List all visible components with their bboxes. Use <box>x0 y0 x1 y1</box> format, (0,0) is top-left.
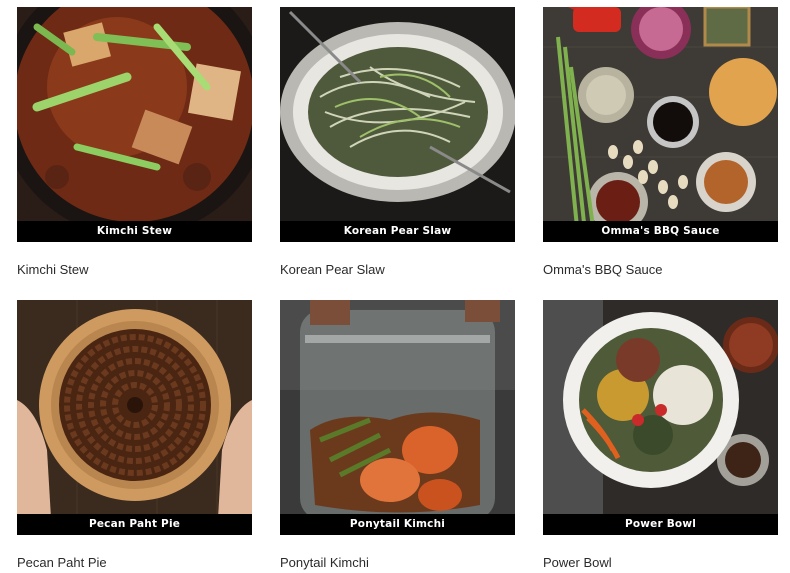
recipe-image-power-bowl[interactable]: Power Bowl <box>543 300 778 535</box>
recipe-image-pecan-paht-pie[interactable]: Pecan Paht Pie <box>17 300 252 535</box>
recipe-title-link[interactable]: Ponytail Kimchi <box>280 555 369 570</box>
recipe-image-korean-pear-slaw[interactable]: Korean Pear Slaw <box>280 7 515 242</box>
recipe-card-korean-pear-slaw: Korean Pear Slaw Korean Pear Slaw <box>280 7 515 277</box>
recipe-title-link[interactable]: Kimchi Stew <box>17 262 89 277</box>
bbq-sauce-photo <box>543 7 778 242</box>
image-caption: Pecan Paht Pie <box>17 514 252 535</box>
recipe-card-power-bowl: Power Bowl Power Bowl <box>543 300 778 570</box>
image-caption: Kimchi Stew <box>17 221 252 242</box>
recipe-title-link[interactable]: Omma's BBQ Sauce <box>543 262 663 277</box>
recipe-card-ponytail-kimchi: Ponytail Kimchi Ponytail Kimchi <box>280 300 515 570</box>
recipe-card-pecan-paht-pie: Pecan Paht Pie Pecan Paht Pie <box>17 300 252 570</box>
pecan-pie-photo <box>17 300 252 535</box>
recipe-image-kimchi-stew[interactable]: Kimchi Stew <box>17 7 252 242</box>
image-caption: Korean Pear Slaw <box>280 221 515 242</box>
kimchi-stew-photo <box>17 7 252 242</box>
ponytail-kimchi-photo <box>280 300 515 535</box>
recipe-title-link[interactable]: Korean Pear Slaw <box>280 262 385 277</box>
recipe-card-kimchi-stew: Kimchi Stew Kimchi Stew <box>17 7 252 277</box>
recipe-title-link[interactable]: Pecan Paht Pie <box>17 555 107 570</box>
recipe-card-ommas-bbq-sauce: Omma's BBQ Sauce Omma's BBQ Sauce <box>543 7 778 277</box>
image-caption: Omma's BBQ Sauce <box>543 221 778 242</box>
recipe-image-ponytail-kimchi[interactable]: Ponytail Kimchi <box>280 300 515 535</box>
power-bowl-photo <box>543 300 778 535</box>
image-caption: Power Bowl <box>543 514 778 535</box>
pear-slaw-photo <box>280 7 515 242</box>
image-caption: Ponytail Kimchi <box>280 514 515 535</box>
recipe-title-link[interactable]: Power Bowl <box>543 555 612 570</box>
recipe-image-ommas-bbq-sauce[interactable]: Omma's BBQ Sauce <box>543 7 778 242</box>
